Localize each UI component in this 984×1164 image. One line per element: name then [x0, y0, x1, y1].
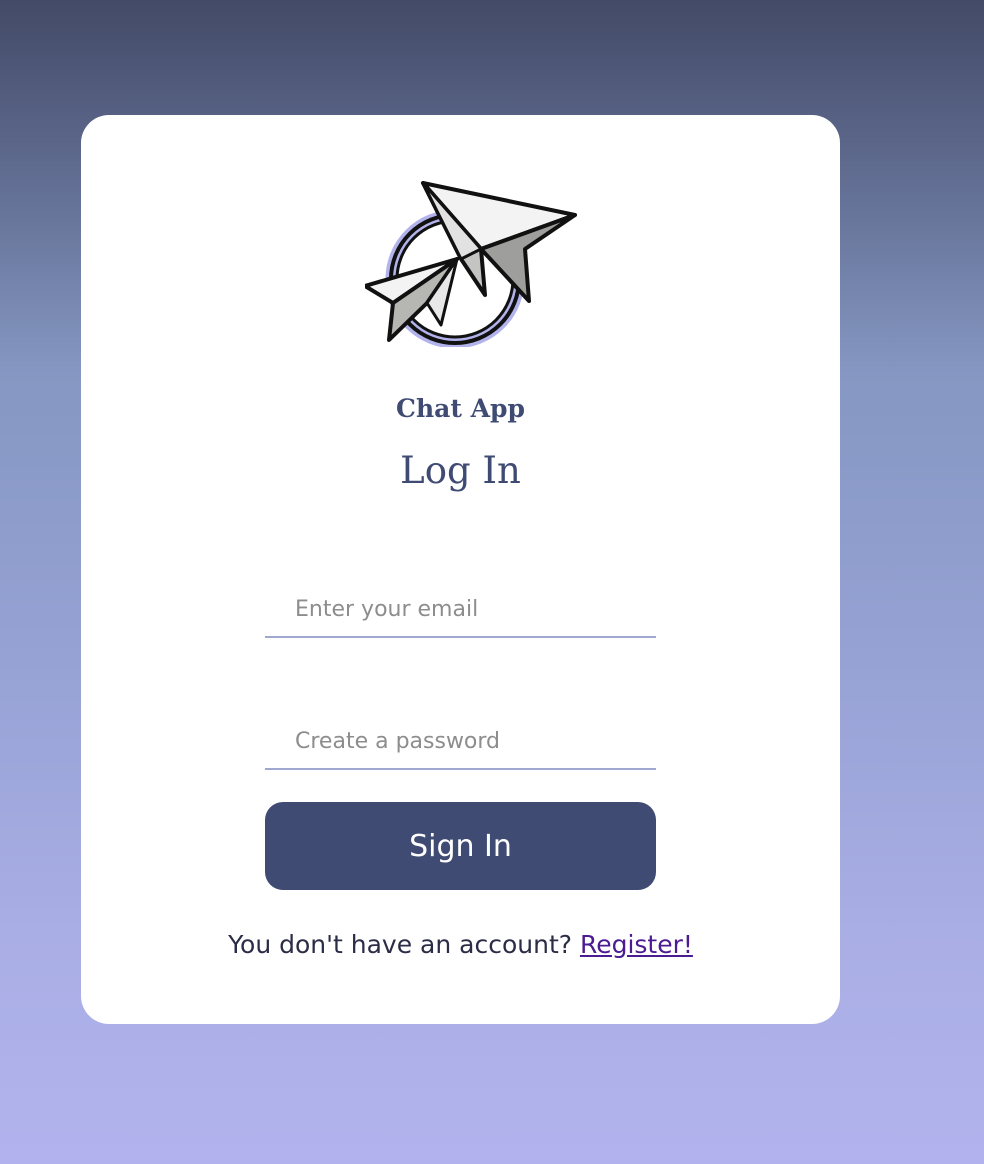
page-title: Log In — [400, 449, 521, 492]
register-prompt: You don't have an account? Register! — [81, 930, 840, 959]
email-input[interactable] — [265, 582, 656, 638]
paper-planes-logo-icon — [365, 181, 577, 347]
sign-in-button[interactable]: Sign In — [265, 802, 656, 890]
login-card: Chat App Log In Sign In You don't have a… — [81, 115, 840, 1024]
register-prompt-text: You don't have an account? — [228, 930, 573, 959]
app-name: Chat App — [396, 394, 525, 423]
password-input[interactable] — [265, 714, 656, 770]
register-link[interactable]: Register! — [580, 930, 693, 959]
